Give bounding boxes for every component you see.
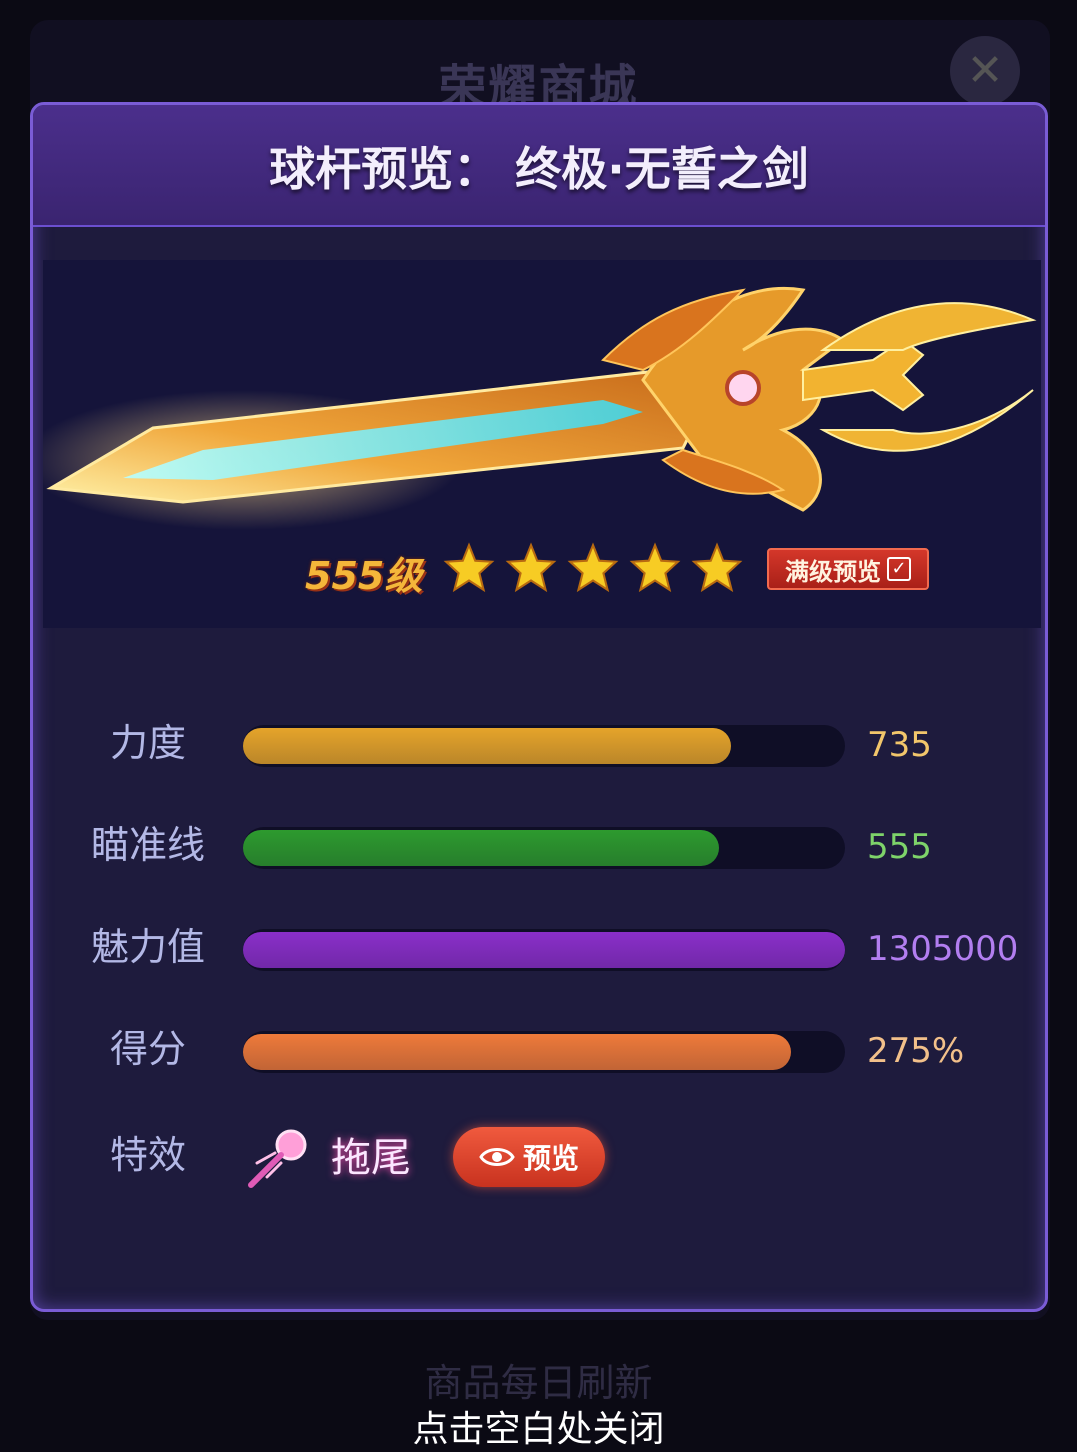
stat-row-charm: 魅力值 1305000: [33, 917, 1045, 977]
stat-value: 555: [867, 827, 932, 867]
stat-bar-track: [243, 827, 845, 869]
eye-icon: [479, 1148, 515, 1166]
star-icon: [691, 542, 743, 593]
star-icon: [505, 542, 557, 593]
stat-bar-fill: [243, 728, 731, 764]
stat-bar-track: [243, 725, 845, 767]
stat-row-power: 力度 735: [33, 713, 1045, 773]
stat-bar-track: [243, 1031, 845, 1073]
stat-bar-track: [243, 929, 845, 971]
stat-bar-fill: [243, 830, 719, 866]
stat-label: 魅力值: [90, 925, 205, 969]
refresh-notice: 商品每日刷新: [424, 1361, 653, 1405]
stat-row-score: 得分 275%: [33, 1019, 1045, 1079]
effect-label: 特效: [109, 1133, 186, 1177]
star-rating: [443, 542, 743, 594]
full-level-preview-label: 满级预览: [785, 557, 881, 586]
stat-label: 力度: [109, 721, 186, 765]
effect-preview-label: 预览: [522, 1142, 579, 1175]
dialog-title: 球杆预览： 终极·无誓之剑: [269, 142, 809, 196]
trail-icon: [248, 1129, 307, 1188]
stat-bar-fill: [243, 932, 845, 968]
stat-row-aim-line: 瞄准线 555: [33, 815, 1045, 875]
effect-row: 特效 拖尾 预览: [33, 1115, 1045, 1195]
effect-preview-button[interactable]: 预览: [453, 1127, 605, 1187]
close-hint[interactable]: 点击空白处关闭: [0, 1400, 1077, 1452]
star-icon: [629, 542, 681, 593]
close-icon[interactable]: ✕: [950, 36, 1020, 106]
cue-preview-panel: 555级 满级预览 ✓: [43, 260, 1041, 628]
full-level-preview-toggle[interactable]: 满级预览 ✓: [767, 548, 929, 590]
effect-name: 拖尾: [331, 1135, 411, 1181]
stat-value: 275%: [867, 1031, 965, 1071]
star-icon: [443, 542, 495, 593]
checkbox-checked-icon: ✓: [887, 557, 911, 581]
stat-value: 735: [867, 725, 932, 765]
stat-label: 瞄准线: [90, 823, 205, 867]
star-icon: [567, 542, 619, 593]
dialog-header: 球杆预览： 终极·无誓之剑: [33, 105, 1045, 227]
stat-bar-fill: [243, 1034, 791, 1070]
stat-value: 1305000: [867, 929, 1019, 969]
cue-preview-dialog: 球杆预览： 终极·无誓之剑 555级 满级预览 ✓ 力度 735 瞄准线 555…: [30, 102, 1048, 1312]
stat-label: 得分: [109, 1027, 186, 1071]
level-badge: 555级: [305, 554, 423, 598]
